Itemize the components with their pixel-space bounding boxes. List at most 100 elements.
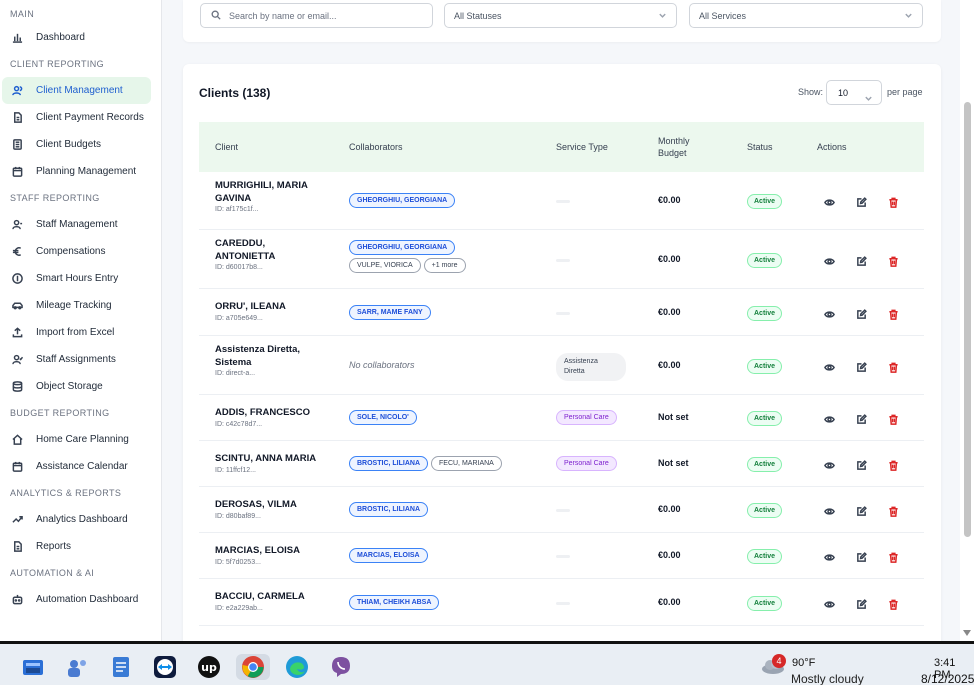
table-row[interactable]: MURRIGHILI, MARIA GAVINA ID: af175c1f... G… — [199, 172, 924, 230]
delete-trash-icon[interactable] — [888, 307, 900, 320]
per-page-select[interactable]: 10 — [826, 80, 882, 105]
view-eye-icon[interactable] — [824, 360, 836, 372]
collaborator-chip[interactable]: THIAM, CHEIKH ABSA — [349, 594, 440, 610]
sidebar-item-object-storage[interactable]: Object Storage — [2, 373, 151, 400]
collaborator-chip[interactable]: MARCIAS, ELOISA — [349, 548, 428, 563]
viber-icon[interactable] — [328, 654, 354, 680]
upwork-icon[interactable]: up — [196, 654, 222, 680]
view-eye-icon[interactable] — [824, 412, 836, 424]
delete-trash-icon[interactable] — [888, 550, 900, 563]
teamviewer-icon[interactable] — [152, 654, 178, 680]
table-row[interactable]: MARCIAS, ELOISA ID: 5f7d0253... MARCIAS, E… — [199, 533, 924, 579]
collaborator-chip[interactable]: VULPE, VIORICA — [349, 257, 421, 273]
delete-trash-icon[interactable] — [888, 458, 900, 471]
table-row[interactable]: DEROSAS, VILMA ID: d80baf89... BROSTIC, LI… — [199, 487, 924, 533]
edit-icon[interactable] — [856, 360, 868, 372]
page-scrollbar[interactable] — [960, 0, 974, 641]
clock-date[interactable]: 8/12/2025 — [921, 672, 974, 685]
delete-trash-icon[interactable] — [888, 597, 900, 610]
col-collaborators[interactable]: Collaborators — [349, 122, 403, 172]
col-client[interactable]: Client — [215, 122, 238, 172]
app-window: MAIN Dashboard CLIENT REPORTING Client Mana… — [0, 0, 974, 685]
collaborators-list: GHEORGHIU, GEORGIANA — [349, 193, 549, 208]
car-icon — [10, 299, 24, 313]
collaborator-chip[interactable]: BROSTIC, LILIANA — [349, 456, 428, 471]
sidebar-item-label: Analytics Dashboard — [36, 514, 128, 525]
delete-trash-icon[interactable] — [888, 360, 900, 373]
view-eye-icon[interactable] — [824, 597, 836, 609]
status-badge: Active — [747, 194, 783, 209]
sidebar-item-compensations[interactable]: Compensations — [2, 238, 151, 265]
edit-icon[interactable] — [856, 504, 868, 516]
status-filter-select[interactable]: All Statuses — [444, 3, 677, 28]
table-row[interactable]: ORRU', ILEANA ID: a705e649... SARR, MAME F… — [199, 289, 924, 336]
edit-icon[interactable] — [856, 597, 868, 609]
notepad-icon[interactable] — [108, 654, 134, 680]
clock-icon — [10, 272, 24, 286]
edit-icon[interactable] — [856, 195, 868, 207]
edit-icon[interactable] — [856, 412, 868, 424]
service-type-empty — [556, 601, 570, 605]
collaborator-chip[interactable]: GHEORGHIU, GEORGIANA — [349, 239, 456, 255]
edit-icon[interactable] — [856, 458, 868, 470]
delete-trash-icon[interactable] — [888, 195, 900, 208]
table-row[interactable]: CAREDDU, ANTONIETTA ID: d60017b8... GHEORG… — [199, 230, 924, 289]
sidebar-item-reports[interactable]: Reports — [2, 533, 151, 560]
view-eye-icon[interactable] — [824, 195, 836, 207]
col-service-type[interactable]: Service Type — [556, 122, 608, 172]
sidebar-item-dashboard[interactable]: Dashboard — [2, 24, 151, 51]
collaborator-chip[interactable]: +1 more — [423, 257, 466, 273]
view-eye-icon[interactable] — [824, 504, 836, 516]
sidebar-item-client-payment-records[interactable]: Client Payment Records — [2, 104, 151, 131]
col-status[interactable]: Status — [747, 122, 773, 172]
sidebar-item-automation-dashboard[interactable]: Automation Dashboard — [2, 586, 151, 613]
delete-trash-icon[interactable] — [888, 412, 900, 425]
delete-trash-icon[interactable] — [888, 504, 900, 517]
edge-icon[interactable] — [284, 654, 310, 680]
user-check-icon — [10, 353, 24, 367]
sidebar-item-client-budgets[interactable]: Client Budgets — [2, 131, 151, 158]
sidebar-item-planning-management[interactable]: Planning Management — [2, 158, 151, 185]
sidebar-item-mileage-tracking[interactable]: Mileage Tracking — [2, 292, 151, 319]
sidebar-item-staff-assignments[interactable]: Staff Assignments — [2, 346, 151, 373]
explorer-icon[interactable] — [20, 654, 46, 680]
weather-description[interactable]: Mostly cloudy — [791, 672, 864, 685]
collaborator-chip[interactable]: FECU, MARIANA — [431, 456, 502, 471]
service-filter-select[interactable]: All Services — [689, 3, 923, 28]
sidebar-item-home-care-planning[interactable]: Home Care Planning — [2, 426, 151, 453]
view-eye-icon[interactable] — [824, 307, 836, 319]
sidebar-item-import-from-excel[interactable]: Import from Excel — [2, 319, 151, 346]
status-badge: Active — [747, 305, 783, 321]
sidebar-item-smart-hours-entry[interactable]: Smart Hours Entry — [2, 265, 151, 292]
sidebar-item-assistance-calendar[interactable]: Assistance Calendar — [2, 453, 151, 480]
chrome-icon[interactable] — [236, 654, 270, 680]
document-icon — [10, 540, 24, 554]
sidebar-item-staff-management[interactable]: Staff Management — [2, 211, 151, 238]
sidebar-section-title: MAIN — [10, 9, 35, 19]
service-type-empty — [556, 311, 570, 315]
view-eye-icon[interactable] — [824, 254, 836, 266]
edit-icon[interactable] — [856, 307, 868, 319]
search-input[interactable]: Search by name or email... — [200, 3, 433, 28]
col-monthly-budget[interactable]: Monthly Budget — [658, 122, 718, 172]
collaborator-chip[interactable]: SARR, MAME FANY — [349, 304, 431, 320]
sidebar-item-analytics-dashboard[interactable]: Analytics Dashboard — [2, 506, 151, 533]
view-eye-icon[interactable] — [824, 458, 836, 470]
temperature[interactable]: 90°F — [792, 657, 815, 669]
sidebar-section-title: CLIENT REPORTING — [10, 59, 105, 69]
table-row[interactable]: Assistenza Diretta, Sistema ID: direct-a.… — [199, 336, 924, 395]
teams-icon[interactable] — [64, 654, 90, 680]
table-row[interactable]: BACCIU, CARMELA ID: e2a229ab... THIAM, CHE… — [199, 579, 924, 626]
table-row[interactable]: ADDIS, FRANCESCO ID: c42c78d7... SOLE, NIC… — [199, 395, 924, 441]
view-eye-icon[interactable] — [824, 550, 836, 562]
collaborator-chip[interactable]: SOLE, NICOLO' — [349, 410, 417, 425]
delete-trash-icon[interactable] — [888, 254, 900, 267]
scrollbar-thumb[interactable] — [964, 102, 971, 537]
edit-icon[interactable] — [856, 254, 868, 266]
collaborator-chip[interactable]: GHEORGHIU, GEORGIANA — [349, 193, 456, 208]
collaborator-chip[interactable]: BROSTIC, LILIANA — [349, 502, 428, 517]
scroll-down-arrow-icon[interactable] — [963, 630, 971, 636]
edit-icon[interactable] — [856, 550, 868, 562]
sidebar-item-client-management[interactable]: Client Management — [2, 77, 151, 104]
table-row[interactable]: SCINTU, ANNA MARIA ID: 11ffcf12... BROSTIC… — [199, 441, 924, 487]
